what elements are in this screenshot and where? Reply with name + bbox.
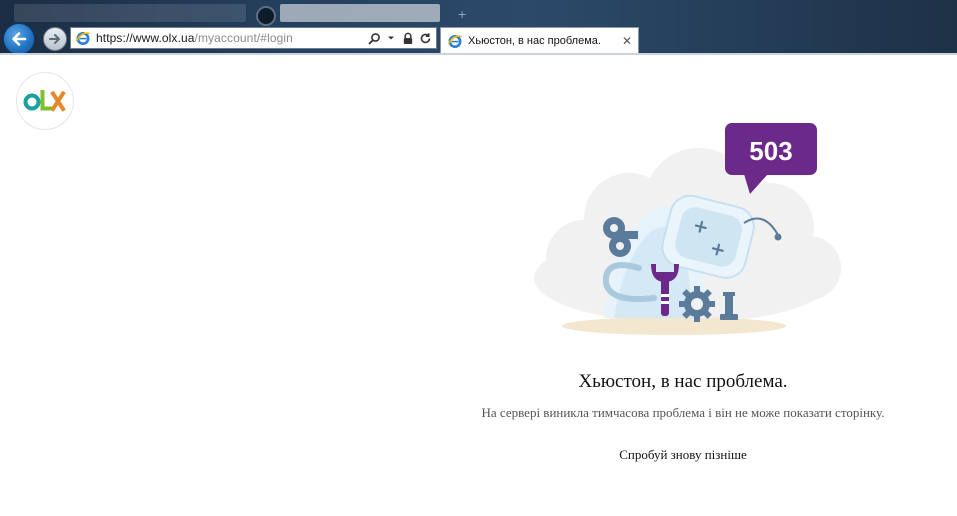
back-button[interactable] (3, 23, 35, 55)
background-plus-icon: + (458, 6, 467, 22)
error-description: На сервері виникла тимчасова проблема і … (481, 405, 885, 420)
forward-button[interactable] (43, 27, 67, 51)
refresh-button[interactable] (418, 31, 432, 45)
ground-shadow (562, 317, 786, 335)
chrome-divider (0, 53, 957, 55)
back-arrow-icon (12, 32, 27, 46)
active-tab[interactable]: Хьюстон, в нас проблема. ✕ (440, 27, 639, 53)
url-domain: olx.ua (161, 31, 195, 45)
background-window-strip: + (0, 0, 957, 26)
ie-logo-icon (75, 32, 90, 45)
dropdown-icon (388, 36, 394, 40)
page-title: Хьюстон, в нас проблема. (578, 371, 788, 392)
url-prefix: https://www. (96, 31, 162, 45)
olx-logo-mark (23, 90, 66, 112)
ie-logo-icon (447, 34, 462, 48)
retry-later-link[interactable]: Спробуй знову пізніше (433, 447, 933, 463)
background-tab (280, 4, 440, 22)
tab-title: Хьюстон, в нас проблема. (468, 34, 601, 47)
olx-logo[interactable] (16, 72, 74, 130)
address-bar-icons (367, 31, 432, 45)
url-path: /myaccount/#login (194, 31, 293, 45)
search-button[interactable] (367, 31, 381, 45)
refresh-icon (420, 32, 430, 43)
background-window-icon (256, 6, 276, 26)
gear (679, 286, 715, 322)
security-lock-button[interactable] (401, 31, 415, 45)
search-icon (368, 32, 380, 44)
forward-arrow-icon (49, 34, 60, 44)
lock-icon (403, 32, 413, 44)
browser-chrome: + https://www.olx.ua/myaccount/#login Хь… (0, 0, 957, 55)
error-code-text: 503 (749, 136, 792, 166)
address-bar[interactable]: https://www.olx.ua/myaccount/#login (70, 27, 437, 49)
background-tab (14, 4, 246, 22)
url-text: https://www.olx.ua/myaccount/#login (96, 31, 293, 45)
search-dropdown-button[interactable] (384, 31, 398, 45)
close-icon[interactable]: ✕ (622, 35, 632, 47)
error-illustration: 503 (534, 123, 841, 335)
